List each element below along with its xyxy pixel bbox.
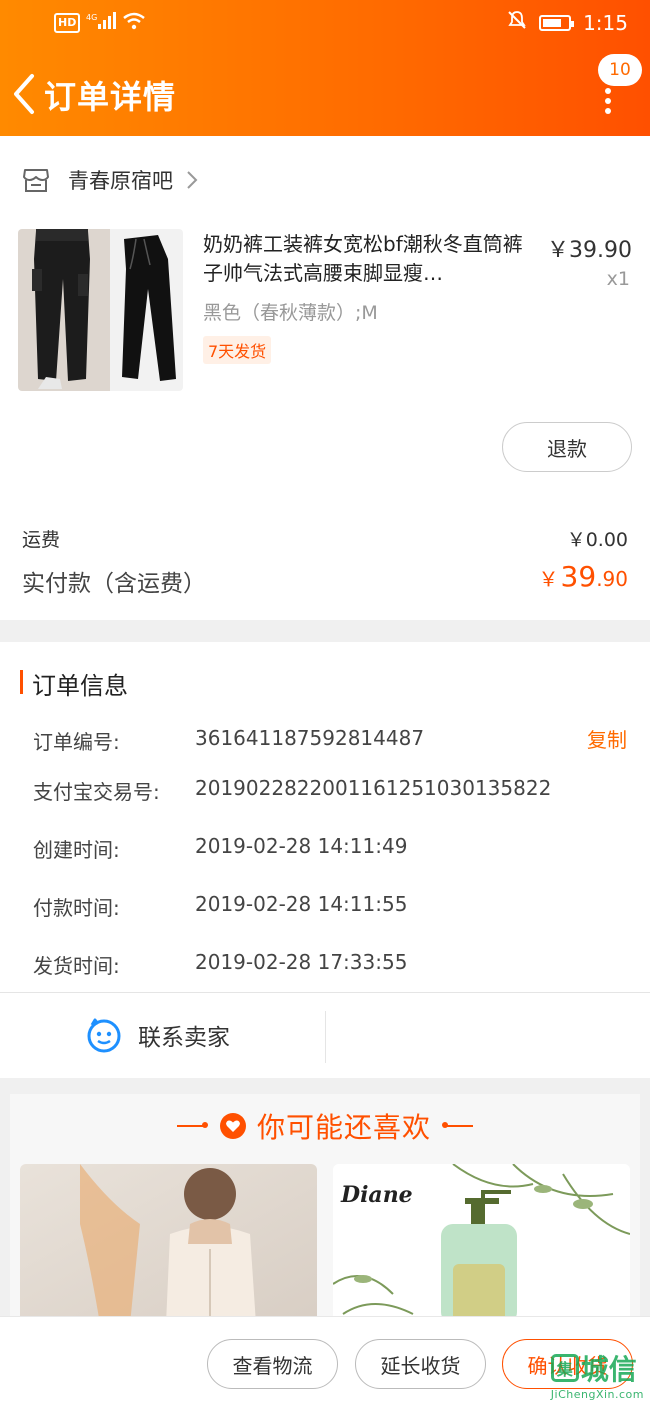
info-row-alipay-number: 支付宝交易号: 2019022822001161251030135822 [33,776,633,806]
shipping-fee-value: ￥0.00 [566,529,628,551]
store-icon [22,167,50,193]
info-key: 付款时间: [33,896,120,920]
recommend-item[interactable] [20,1164,317,1324]
contact-row: 联系卖家 [0,992,650,1078]
paid-currency: ￥ [538,567,559,591]
info-value: 2019022822001161251030135822 [195,776,552,800]
extend-receipt-button[interactable]: 延长收货 [355,1339,486,1389]
recommend-header: 你可能还喜欢 [10,1106,640,1146]
paid-amount-value: ￥ 39 .90 [539,560,628,593]
order-info-card: 订单信息 订单编号: 361641187592814487 复制 支付宝交易号:… [0,642,650,992]
refund-button[interactable]: 退款 [502,422,632,472]
recommendations: 你可能还喜欢 Diane [10,1094,640,1324]
shop-name[interactable]: 青春原宿吧 [68,165,173,195]
shop-row[interactable]: 青春原宿吧 [22,162,199,198]
page-title: 订单详情 [44,78,177,116]
mute-icon [507,10,527,35]
product-quantity: x1 [606,268,630,290]
section-marker [20,670,23,694]
signal-icon: 4G [86,12,117,34]
paid-amount-label: 实付款（含运费） [22,571,206,597]
contact-seller-label: 联系卖家 [138,1025,230,1051]
info-value: 361641187592814487 [195,726,425,750]
heart-icon [219,1112,247,1140]
product-price: ￥39.90 [547,238,632,263]
info-row-paid-time: 付款时间: 2019-02-28 14:11:55 [33,892,633,922]
header: HD 4G 1:15 订单详情 10 [0,0,650,136]
info-key: 订单编号: [33,730,120,754]
watermark-text: 城信 [580,1353,637,1386]
paid-integer: 39 [560,560,597,593]
brand-logo: Diane [341,1182,413,1208]
back-icon[interactable] [10,72,40,116]
info-key: 发货时间: [33,954,120,978]
shipping-tag: 7天发货 [203,336,272,364]
clock: 1:15 [583,10,628,35]
info-value: 2019-02-28 14:11:49 [195,834,408,858]
order-card: 青春原宿吧 奶奶裤工装裤女宽松bf潮秋冬直筒裤子帅气法式高腰束脚显瘦… ￥39.… [0,136,650,620]
info-value: 2019-02-28 17:33:55 [195,950,408,974]
product-image[interactable] [18,229,183,391]
chevron-right-icon [185,169,199,191]
watermark-sub: JiChengXin.com [550,1388,644,1401]
order-info-title: 订单信息 [32,672,128,700]
recommend-item[interactable]: Diane [333,1164,630,1324]
decor-line-right [442,1122,473,1128]
divider [325,1011,326,1063]
copy-button[interactable]: 复制 [587,724,627,753]
info-row-created-time: 创建时间: 2019-02-28 14:11:49 [33,834,633,864]
status-bar: HD 4G 1:15 [0,0,650,50]
wifi-icon [122,12,146,34]
chat-face-icon [86,1017,122,1053]
info-key: 创建时间: [33,838,120,862]
message-badge[interactable]: 10 [598,54,642,86]
product-sku: 黑色（春秋薄款）;M [203,302,378,324]
info-row-shipped-time: 发货时间: 2019-02-28 17:33:55 [33,950,633,980]
recommend-title: 你可能还喜欢 [256,1111,431,1144]
shipping-fee-label: 运费 [22,529,61,551]
battery-icon [539,14,575,31]
info-key: 支付宝交易号: [33,780,160,804]
info-value: 2019-02-28 14:11:55 [195,892,408,916]
contact-seller-button[interactable]: 联系卖家 [86,1017,230,1053]
watermark: 集城信 JiChengXin.com [550,1348,644,1401]
hd-indicator: HD [54,13,81,33]
product-title[interactable]: 奶奶裤工装裤女宽松bf潮秋冬直筒裤子帅气法式高腰束脚显瘦… [203,230,533,288]
more-icon[interactable] [598,86,618,116]
watermark-logo-icon: 集 [550,1354,579,1382]
info-row-order-number: 订单编号: 361641187592814487 [33,726,633,756]
decor-line-left [176,1122,208,1128]
paid-decimal: .90 [596,567,628,591]
svg-text:4G: 4G [86,13,97,22]
view-logistics-button[interactable]: 查看物流 [207,1339,338,1389]
